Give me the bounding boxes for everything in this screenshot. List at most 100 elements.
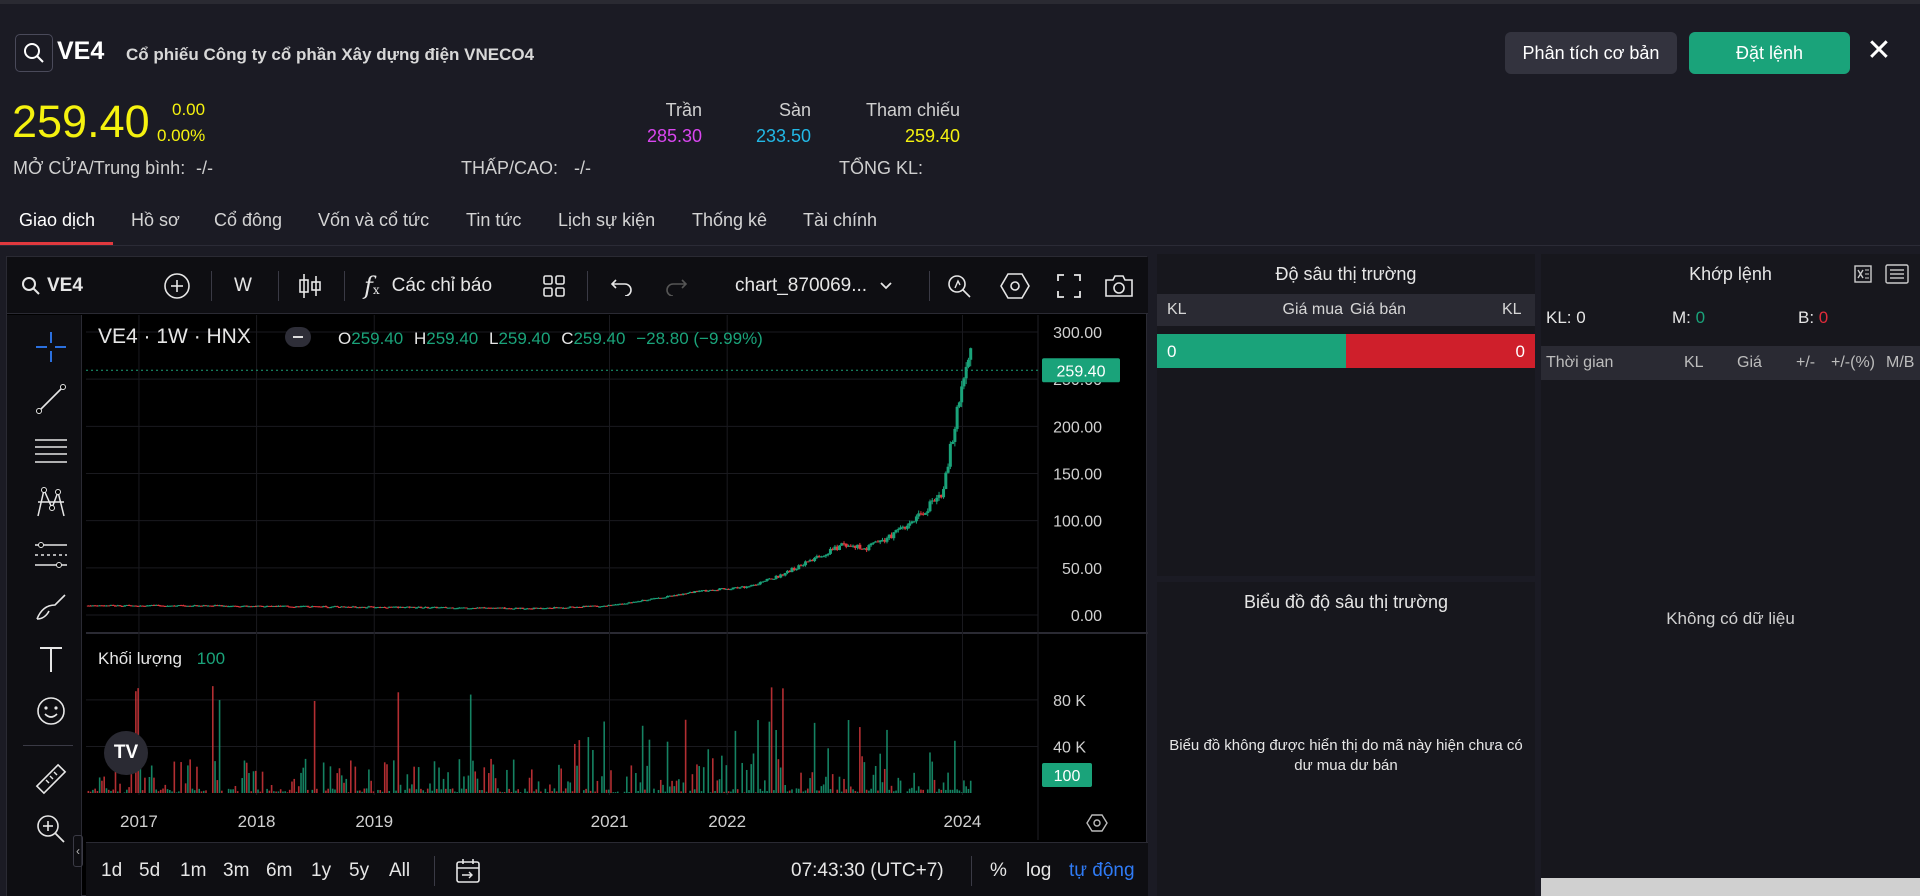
volume-bar [417,767,420,793]
templates-button[interactable] [542,257,566,314]
tab-events[interactable]: Lịch sự kiện [558,210,655,231]
collapse-tools-button[interactable]: ‹ [73,835,83,867]
depth-chart-empty-message: Biểu đồ không được hiển thị do mã này hi… [1169,737,1523,774]
search-button[interactable] [15,34,53,72]
projection-tool[interactable] [31,537,71,573]
volume-bar [940,789,943,793]
volume-bar [200,791,203,793]
fullscreen-button[interactable] [1056,257,1082,314]
redo-button[interactable] [664,257,688,314]
brush-tool[interactable] [31,589,71,625]
tab-capital-dividends[interactable]: Vốn và cổ tức [318,210,429,231]
list-view-button[interactable] [1885,264,1909,289]
tab-shareholders[interactable]: Cổ đông [214,210,282,231]
range-6m[interactable]: 6m [266,843,292,896]
candle-body [951,441,955,444]
export-excel-button[interactable] [1853,264,1873,289]
fib-tool[interactable] [31,433,71,469]
volume-bar [411,784,413,793]
time-range-bar: 1d 5d 1m 3m 6m 1y 5y All 07:43:30 (UTC+7… [86,842,1148,896]
volume-bar [847,720,850,793]
tab-news[interactable]: Tin tức [466,210,521,231]
symbol-search-button[interactable]: VE4 [21,257,83,314]
range-1y[interactable]: 1y [311,843,331,896]
volume-bar [675,780,678,793]
tab-profile[interactable]: Hồ sơ [131,210,180,231]
horizontal-scrollbar[interactable] [1541,878,1920,896]
tab-statistics[interactable]: Thống kê [692,210,767,231]
crosshair-tool[interactable] [31,329,71,365]
volume-bar [198,788,201,793]
col-side: M/B [1886,354,1915,371]
total-volume-label: TỔNG KL: [839,158,924,178]
range-1m[interactable]: 1m [180,843,206,896]
range-3m[interactable]: 3m [223,843,249,896]
candle-body [908,523,912,526]
percent-scale-toggle[interactable]: % [990,843,1007,896]
volume-bar [859,727,861,793]
volume-bar [838,776,841,793]
volume-bar [698,766,701,793]
price-chart[interactable]: 300.00250.00200.00150.00100.0050.000.002… [86,315,1148,896]
range-all[interactable]: All [389,843,410,896]
volume-bar [279,789,282,793]
ruler-tool[interactable] [31,761,71,797]
zoom-tool[interactable] [31,811,71,847]
interval-button[interactable]: W [234,257,252,314]
volume-bar [784,785,786,793]
range-5d[interactable]: 5d [139,843,160,896]
trendline-tool[interactable] [31,381,71,417]
volume-bar [892,791,895,793]
pattern-tool[interactable] [31,485,71,521]
volume-bar [449,789,452,793]
tab-financials[interactable]: Tài chính [803,210,877,231]
range-5y[interactable]: 5y [349,843,369,896]
volume-bar [526,791,529,793]
settings-axis-button[interactable] [1086,814,1108,832]
emoji-tool[interactable] [31,693,71,729]
volume-bar [460,788,463,793]
auto-scale-toggle[interactable]: tự động [1069,843,1135,896]
volume-label: Khối lượng [98,649,182,668]
text-tool[interactable] [31,641,71,677]
volume-bar [257,789,259,793]
log-scale-toggle[interactable]: log [1026,843,1051,896]
chart-settings-button[interactable] [1000,257,1030,314]
volume-bar [845,789,848,793]
undo-button[interactable] [610,257,634,314]
clock-timezone[interactable]: 07:43:30 (UTC+7) [791,843,944,896]
chart-type-button[interactable] [297,257,323,314]
fundamental-analysis-button[interactable]: Phân tích cơ bản [1505,32,1677,74]
indicators-button[interactable]: fx Các chỉ báo [364,257,492,314]
goto-date-button[interactable] [454,843,482,896]
volume-bar [639,782,642,793]
volume-bar [530,769,533,793]
volume-bar [614,792,617,793]
volume-bar [433,761,436,793]
snapshot-button[interactable] [1104,257,1134,314]
volume-bar [94,788,96,793]
quick-search-button[interactable] [945,257,973,314]
place-order-button[interactable]: Đặt lệnh [1689,32,1850,74]
layout-selector[interactable]: chart_870069... [735,257,893,314]
volume-bar [947,772,949,793]
tradingview-logo[interactable]: TV [104,731,148,775]
volume-bar [388,791,391,793]
collapse-legend-button[interactable] [285,327,311,347]
close-icon[interactable]: ✕ [1864,32,1894,68]
volume-bar [359,790,361,793]
volume-bar [822,784,825,793]
volume-bar [397,692,400,793]
candle-body [896,529,900,531]
candle-body [324,606,328,608]
volume-bar [322,762,325,793]
range-1d[interactable]: 1d [101,843,122,896]
volume-bar [313,700,316,793]
volume-bar [958,790,961,793]
tab-trading[interactable]: Giao dịch [19,210,95,231]
volume-bar [809,778,811,793]
compare-button[interactable] [162,257,192,314]
volume-bar [474,771,477,793]
tradingview-logo-text: TV [113,742,139,763]
volume-bar [205,790,207,793]
